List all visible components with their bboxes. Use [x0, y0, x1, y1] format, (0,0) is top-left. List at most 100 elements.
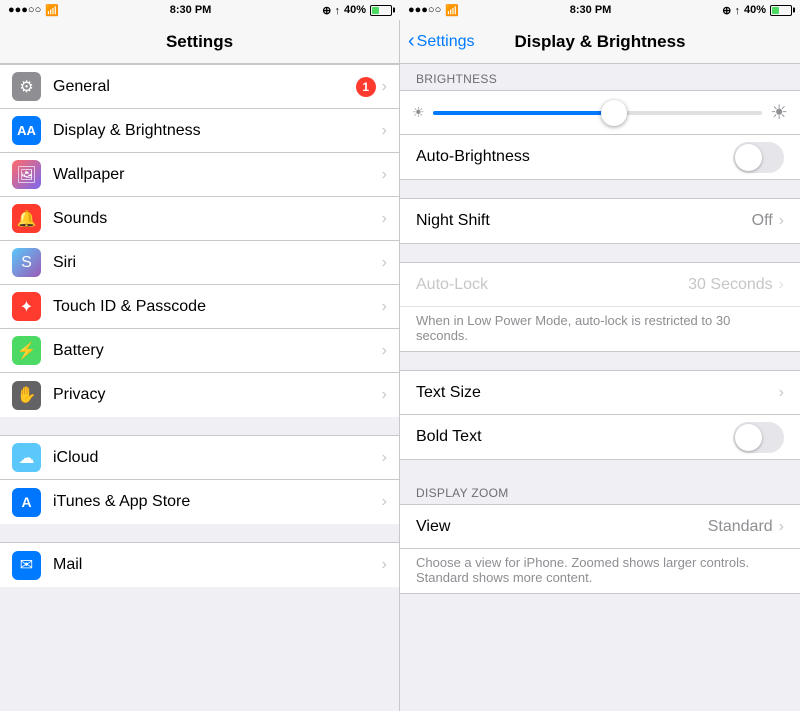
auto-lock-chevron: › — [779, 276, 784, 294]
view-row[interactable]: View Standard › — [400, 505, 800, 549]
siri-chevron: › — [382, 254, 387, 272]
settings-row-general[interactable]: ⚙ General 1 › — [0, 65, 399, 109]
touchid-label: Touch ID & Passcode — [53, 298, 382, 316]
itunes-chevron: › — [382, 493, 387, 511]
bold-text-label: Bold Text — [416, 428, 733, 446]
brightness-low-icon: ☀ — [412, 104, 425, 121]
brightness-slider[interactable] — [433, 111, 763, 115]
general-icon: ⚙ — [12, 72, 41, 101]
settings-row-siri[interactable]: S Siri › — [0, 241, 399, 285]
auto-brightness-toggle[interactable] — [733, 142, 784, 173]
general-chevron: › — [382, 78, 387, 96]
display-icon: AA — [12, 116, 41, 145]
settings-row-wallpaper[interactable]: 🖼 Wallpaper › — [0, 153, 399, 197]
battery-pct-left: 40% — [344, 4, 366, 16]
settings-row-sounds[interactable]: 🔔 Sounds › — [0, 197, 399, 241]
settings-group-1: ⚙ General 1 › AA Display & Brightness › … — [0, 64, 399, 417]
auto-brightness-row: Auto-Brightness — [400, 135, 800, 179]
auto-lock-row: Auto-Lock 30 Seconds › — [400, 263, 800, 307]
siri-icon: S — [12, 248, 41, 277]
mail-label: Mail — [53, 556, 382, 574]
spacer-2 — [400, 244, 800, 262]
battery-fill-right — [772, 7, 779, 14]
display-label: Display & Brightness — [53, 122, 382, 140]
time-left: 8:30 PM — [170, 4, 212, 16]
group-spacer-1 — [0, 417, 399, 435]
sounds-chevron: › — [382, 210, 387, 228]
settings-row-mail[interactable]: ✉ Mail › — [0, 543, 399, 587]
view-note: Choose a view for iPhone. Zoomed shows l… — [400, 549, 800, 593]
general-label: General — [53, 78, 356, 96]
sounds-label: Sounds — [53, 210, 382, 228]
settings-row-battery[interactable]: ⚡ Battery › — [0, 329, 399, 373]
night-shift-group: Night Shift Off › — [400, 198, 800, 244]
right-nav-bar: ‹ Settings Display & Brightness — [400, 20, 800, 64]
right-nav-title: Display & Brightness — [515, 32, 686, 52]
text-size-label: Text Size — [416, 384, 779, 402]
wifi-icon-right: 📶 — [445, 4, 459, 17]
settings-row-itunes[interactable]: A iTunes & App Store › — [0, 480, 399, 524]
icloud-chevron: › — [382, 449, 387, 467]
itunes-icon: A — [12, 488, 41, 517]
mail-chevron: › — [382, 556, 387, 574]
touchid-chevron: › — [382, 298, 387, 316]
display-zoom-group: View Standard › Choose a view for iPhone… — [400, 504, 800, 594]
location-icon-right: ⊕ ↑ — [722, 4, 740, 17]
auto-lock-label: Auto-Lock — [416, 276, 688, 294]
night-shift-row[interactable]: Night Shift Off › — [400, 199, 800, 243]
settings-row-privacy[interactable]: ✋ Privacy › — [0, 373, 399, 417]
auto-lock-value: 30 Seconds — [688, 276, 773, 294]
night-shift-chevron: › — [779, 212, 784, 230]
itunes-label: iTunes & App Store — [53, 493, 382, 511]
brightness-header: BRIGHTNESS — [400, 64, 800, 90]
back-chevron-icon: ‹ — [408, 30, 415, 53]
battery-pct-right: 40% — [744, 4, 766, 16]
battery-settings-icon: ⚡ — [12, 336, 41, 365]
slider-thumb[interactable] — [601, 100, 627, 126]
status-right-right: ⊕ ↑ 40% — [722, 4, 792, 17]
settings-row-icloud[interactable]: ☁ iCloud › — [0, 436, 399, 480]
siri-label: Siri — [53, 254, 382, 272]
icloud-label: iCloud — [53, 449, 382, 467]
left-nav-title: Settings — [166, 32, 233, 52]
group-spacer-2 — [0, 524, 399, 542]
settings-group-2: ☁ iCloud › A iTunes & App Store › — [0, 435, 399, 524]
right-content: BRIGHTNESS ☀ ☀ Auto-Brightness — [400, 64, 800, 711]
brightness-high-icon: ☀ — [770, 100, 788, 125]
settings-row-display[interactable]: AA Display & Brightness › — [0, 109, 399, 153]
wallpaper-label: Wallpaper — [53, 166, 382, 184]
status-right-left: ⊕ ↑ 40% — [322, 4, 392, 17]
battery-fill-left — [372, 7, 379, 14]
carrier-signal-left: ●●●○○ — [8, 4, 41, 16]
brightness-group: ☀ ☀ Auto-Brightness — [400, 90, 800, 180]
toggle-knob — [735, 144, 762, 171]
display-chevron: › — [382, 122, 387, 140]
settings-panel: ●●●○○ 📶 8:30 PM ⊕ ↑ 40% Settings ⚙ Gener… — [0, 0, 400, 711]
wallpaper-icon: 🖼 — [12, 160, 41, 189]
time-right: 8:30 PM — [570, 4, 612, 16]
back-label: Settings — [417, 33, 475, 51]
view-value: Standard — [708, 518, 773, 536]
privacy-icon: ✋ — [12, 381, 41, 410]
mail-icon: ✉ — [12, 551, 41, 580]
text-size-chevron: › — [779, 384, 784, 402]
bold-text-toggle[interactable] — [733, 422, 784, 453]
spacer-1 — [400, 180, 800, 198]
status-bar-left: ●●●○○ 📶 8:30 PM ⊕ ↑ 40% — [0, 0, 400, 20]
settings-group-3: ✉ Mail › — [0, 542, 399, 587]
text-group: Text Size › Bold Text — [400, 370, 800, 460]
spacer-3 — [400, 352, 800, 370]
battery-label: Battery — [53, 342, 382, 360]
back-button[interactable]: ‹ Settings — [408, 30, 474, 53]
bold-toggle-knob — [735, 424, 762, 451]
status-carrier-right: ●●●○○ 📶 — [408, 4, 459, 17]
text-size-row[interactable]: Text Size › — [400, 371, 800, 415]
settings-row-touchid[interactable]: ✦ Touch ID & Passcode › — [0, 285, 399, 329]
night-shift-value: Off — [752, 212, 773, 230]
display-brightness-panel: ●●●○○ 📶 8:30 PM ⊕ ↑ 40% ‹ Settings Displ… — [400, 0, 800, 711]
status-bar-right: ●●●○○ 📶 8:30 PM ⊕ ↑ 40% — [400, 0, 800, 20]
general-badge: 1 — [356, 77, 376, 97]
settings-list: ⚙ General 1 › AA Display & Brightness › … — [0, 64, 399, 711]
wifi-icon-left: 📶 — [45, 4, 59, 17]
carrier-signal-right: ●●●○○ — [408, 4, 441, 16]
